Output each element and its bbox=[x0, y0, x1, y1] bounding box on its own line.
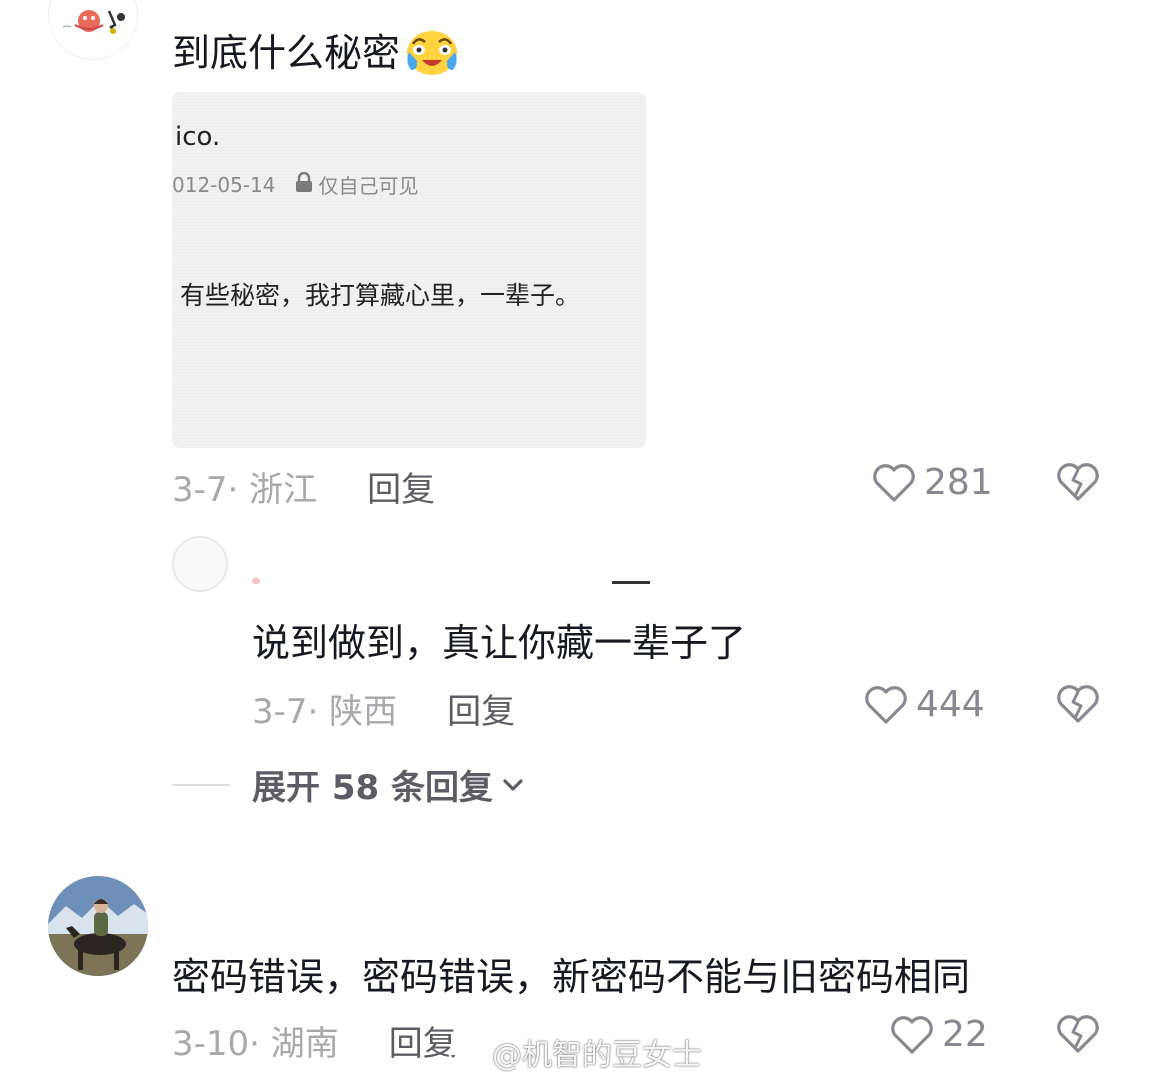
watermark-text: @机智的豆女士 bbox=[492, 1038, 702, 1073]
card-date: 012-05-14 bbox=[172, 172, 276, 197]
expand-replies-label: 展开 58 条回复 bbox=[252, 768, 493, 808]
avatar[interactable] bbox=[172, 536, 228, 592]
avatar[interactable] bbox=[48, 876, 148, 976]
avatar-photo-icon bbox=[48, 876, 148, 976]
expand-replies-button[interactable]: 展开 58 条回复 bbox=[172, 760, 527, 809]
avatar-illustration-icon bbox=[62, 10, 125, 34]
dislike-button[interactable] bbox=[1056, 1014, 1100, 1058]
reply-button[interactable]: 回复 bbox=[389, 1016, 457, 1065]
comment-text: 说到做到，真让你藏一辈子了 bbox=[252, 621, 747, 665]
comment-date-location: 3-7· 浙江 bbox=[172, 470, 318, 510]
card-body-text: 有些秘密，我打算藏心里，一辈子。 bbox=[180, 281, 581, 310]
card-visibility: 仅自己可见 bbox=[318, 174, 419, 198]
comment-image[interactable]: ico. 012-05-14 仅自己可见 有些秘密，我打算藏心里，一辈子。 bbox=[172, 92, 646, 448]
comment-meta: 3-7· 陕西 回复 bbox=[252, 684, 515, 733]
like-button[interactable]: 444 bbox=[864, 684, 985, 725]
like-count: 444 bbox=[916, 684, 985, 725]
avatar[interactable] bbox=[48, 0, 138, 60]
like-button[interactable]: 281 bbox=[872, 462, 993, 503]
broken-heart-icon bbox=[1057, 685, 1099, 723]
heart-outline-icon bbox=[891, 1015, 933, 1054]
chevron-down-icon bbox=[503, 778, 523, 791]
comment-date-location: 3-7· 陕西 bbox=[252, 692, 398, 732]
reply-button[interactable]: 回复 bbox=[447, 684, 515, 733]
comment-text: 密码错误，密码错误，新密码不能与旧密码相同 bbox=[172, 955, 971, 999]
comment-text: 到底什么秘密 bbox=[172, 22, 460, 85]
broken-heart-icon bbox=[1057, 1015, 1099, 1053]
crying-laughing-emoji-icon bbox=[404, 26, 460, 85]
heart-outline-icon bbox=[865, 685, 907, 724]
divider bbox=[172, 783, 230, 786]
like-count: 281 bbox=[924, 462, 993, 503]
heart-outline-icon bbox=[873, 463, 915, 502]
like-count: 22 bbox=[942, 1014, 988, 1055]
card-meta: 012-05-14 仅自己可见 bbox=[172, 170, 419, 199]
like-button[interactable]: 22 bbox=[890, 1014, 988, 1055]
dislike-button[interactable] bbox=[1056, 684, 1100, 728]
lock-icon bbox=[294, 171, 314, 198]
reply-button[interactable]: 回复 bbox=[367, 462, 435, 511]
broken-heart-icon bbox=[1057, 463, 1099, 501]
comment-meta: 3-10· 湖南 回复 bbox=[172, 1016, 457, 1065]
comment-meta: 3-7· 浙江 回复 bbox=[172, 462, 435, 511]
username-redacted bbox=[252, 578, 652, 588]
card-username: ico. bbox=[175, 122, 221, 152]
comment-date-location: 3-10· 湖南 bbox=[172, 1024, 339, 1064]
dislike-button[interactable] bbox=[1056, 462, 1100, 506]
weibo-logo-icon bbox=[448, 1040, 486, 1067]
watermark: @机智的豆女士 bbox=[448, 1030, 702, 1074]
